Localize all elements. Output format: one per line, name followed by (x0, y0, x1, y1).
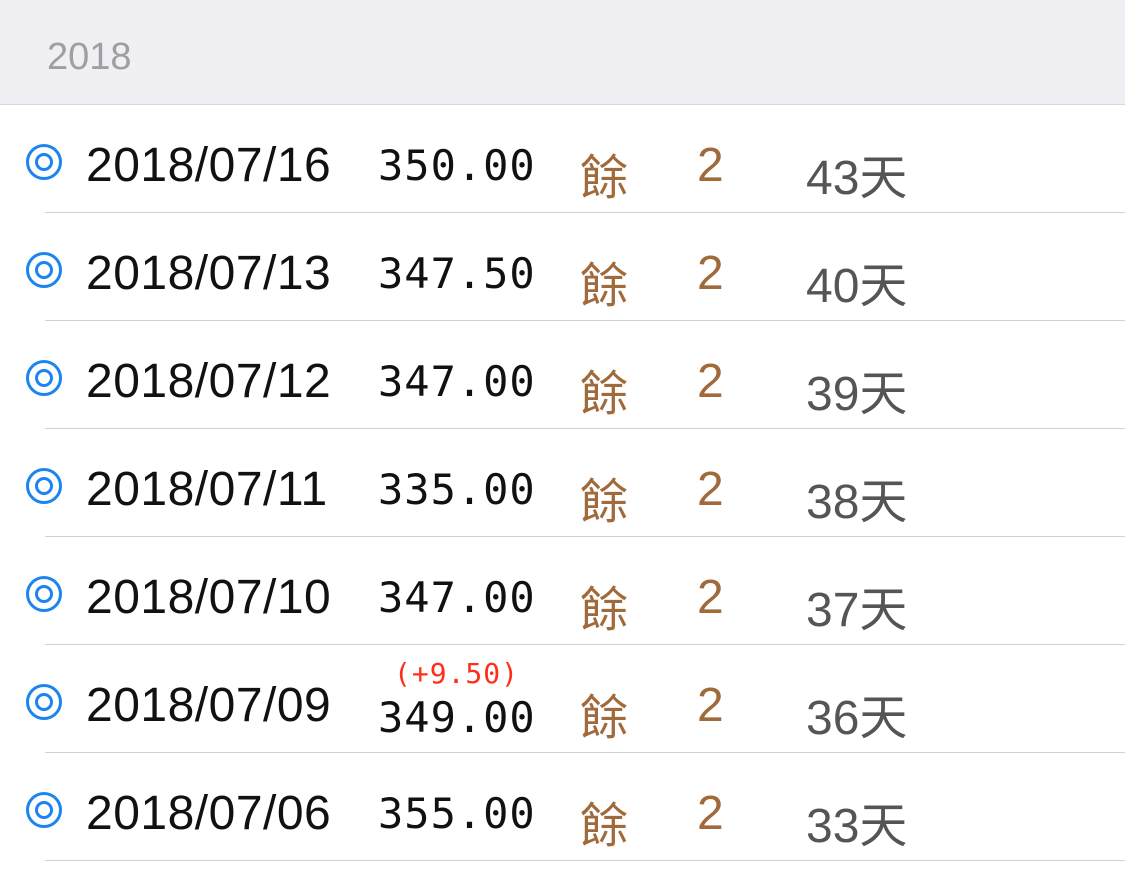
row-price: 350.00 (378, 141, 536, 190)
row-days: 39天 (806, 368, 908, 421)
row-days: 33天 (806, 800, 908, 853)
double-circle-icon (26, 684, 62, 720)
list-item[interactable]: 2018/07/11 335.00 餘 2 38天 (0, 429, 1125, 537)
list-item[interactable]: 2018/07/13 347.50 餘 2 40天 (0, 213, 1125, 321)
list-item[interactable]: 2018/07/12 347.00 餘 2 39天 (0, 321, 1125, 429)
row-date: 2018/07/09 (86, 679, 332, 732)
row-price-change: (+9.50) (394, 657, 520, 690)
row-remain-label: 餘 (580, 474, 629, 530)
row-price: 347.50 (378, 249, 536, 298)
row-days: 37天 (806, 584, 908, 637)
row-remain-label: 餘 (580, 582, 629, 638)
double-circle-icon (26, 360, 62, 396)
row-count: 2 (697, 355, 724, 408)
row-count: 2 (697, 139, 724, 192)
row-price: 355.00 (378, 789, 536, 838)
row-count: 2 (697, 679, 724, 732)
row-price: 347.00 (378, 357, 536, 406)
row-remain-label: 餘 (580, 798, 629, 854)
double-circle-icon (26, 144, 62, 180)
double-circle-icon (26, 252, 62, 288)
list-item[interactable]: 2018/07/09 (+9.50) 349.00 餘 2 36天 (0, 645, 1125, 753)
row-date: 2018/07/12 (86, 355, 332, 408)
row-days: 40天 (806, 260, 908, 313)
row-remain-label: 餘 (580, 150, 629, 206)
row-remain-label: 餘 (580, 690, 629, 746)
row-date: 2018/07/13 (86, 247, 332, 300)
list-item[interactable]: 2018/07/16 350.00 餘 2 43天 (0, 105, 1125, 213)
double-circle-icon (26, 468, 62, 504)
row-count: 2 (697, 787, 724, 840)
row-date: 2018/07/06 (86, 787, 332, 840)
row-days: 38天 (806, 476, 908, 529)
section-title: 2018 (47, 36, 132, 78)
list-item[interactable]: 2018/07/06 355.00 餘 2 33天 (0, 753, 1125, 861)
row-count: 2 (697, 247, 724, 300)
row-count: 2 (697, 463, 724, 516)
row-price: 347.00 (378, 573, 536, 622)
row-days: 43天 (806, 152, 908, 205)
list-item[interactable]: 2018/07/10 347.00 餘 2 37天 (0, 537, 1125, 645)
section-header: 2018 (0, 0, 1125, 105)
row-count: 2 (697, 571, 724, 624)
row-date: 2018/07/11 (86, 463, 328, 516)
row-days: 36天 (806, 692, 908, 745)
record-list: 2018/07/16 350.00 餘 2 43天 2018/07/13 347… (0, 105, 1125, 861)
row-price: 335.00 (378, 465, 536, 514)
row-date: 2018/07/16 (86, 139, 332, 192)
row-remain-label: 餘 (580, 258, 629, 314)
row-divider (45, 860, 1125, 861)
double-circle-icon (26, 576, 62, 612)
row-price: 349.00 (378, 693, 536, 742)
row-date: 2018/07/10 (86, 571, 332, 624)
row-remain-label: 餘 (580, 366, 629, 422)
double-circle-icon (26, 792, 62, 828)
